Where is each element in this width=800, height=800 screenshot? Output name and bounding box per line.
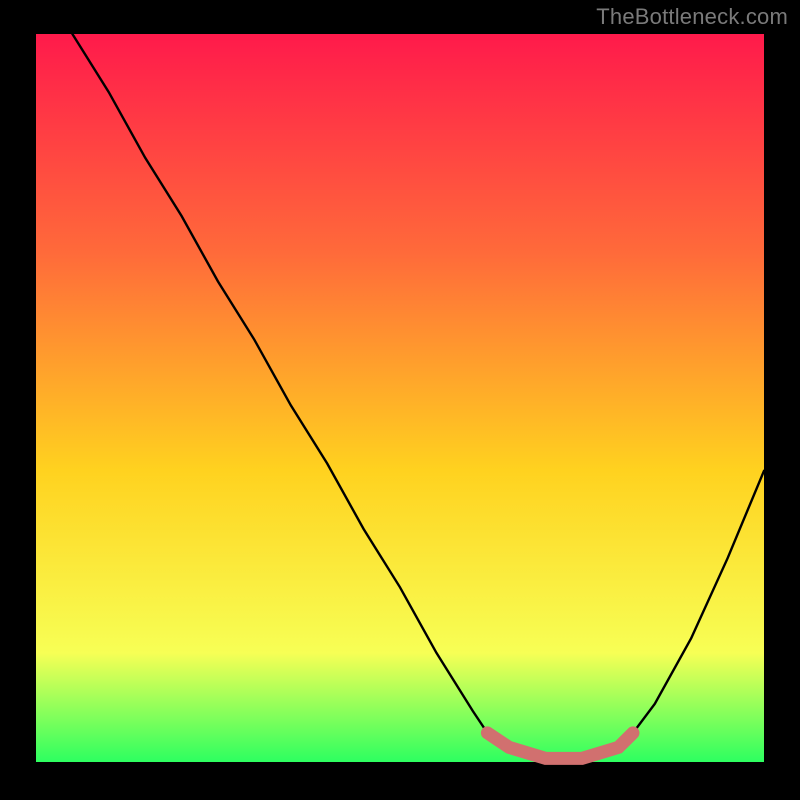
bottleneck-chart xyxy=(0,0,800,800)
chart-container: TheBottleneck.com xyxy=(0,0,800,800)
plot-background xyxy=(36,34,764,762)
attribution-label: TheBottleneck.com xyxy=(596,4,788,30)
